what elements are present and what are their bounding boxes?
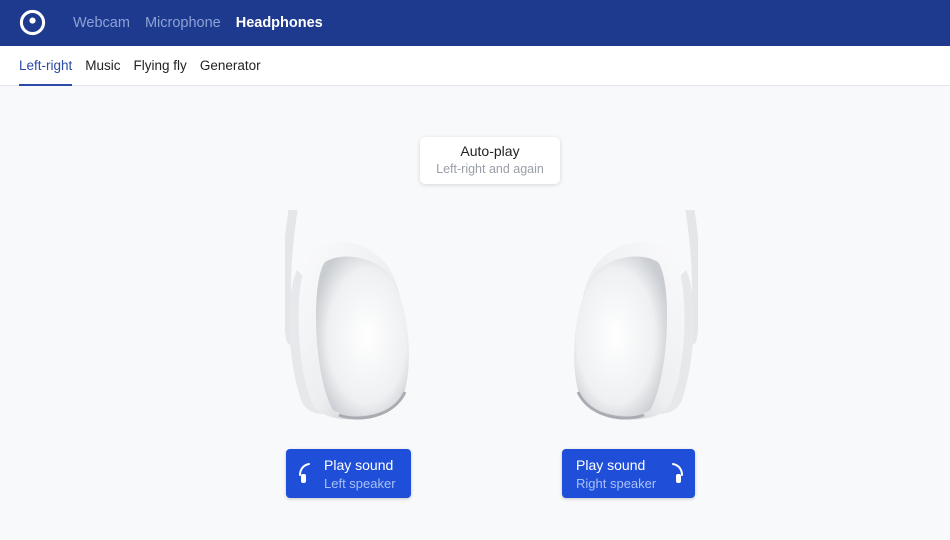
ring-logo-icon[interactable] <box>19 9 46 36</box>
tab-generator[interactable]: Generator <box>200 46 261 86</box>
sub-navigation: Left-right Music Flying fly Generator <box>0 46 950 86</box>
nav-headphones[interactable]: Headphones <box>236 15 323 31</box>
tab-left-right[interactable]: Left-right <box>19 46 73 86</box>
left-button-title: Play sound <box>324 457 394 473</box>
play-right-speaker-button[interactable]: Play sound Right speaker <box>562 449 695 498</box>
nav-webcam[interactable]: Webcam <box>73 15 130 31</box>
tab-flying-fly[interactable]: Flying fly <box>134 46 187 86</box>
autoplay-subtitle: Left-right and again <box>436 162 544 176</box>
left-headphone-icon <box>299 463 310 483</box>
right-headphone-icon <box>672 463 683 483</box>
tab-music[interactable]: Music <box>85 46 120 86</box>
top-navigation-bar: Webcam Microphone Headphones <box>0 0 950 46</box>
right-button-subtitle: Right speaker <box>576 476 657 491</box>
right-button-title: Play sound <box>576 457 646 473</box>
right-ear-cup-image <box>574 210 698 420</box>
sub-tabs: Left-right Music Flying fly Generator <box>19 46 261 86</box>
top-nav: Webcam Microphone Headphones <box>73 0 323 46</box>
play-left-speaker-button[interactable]: Play sound Left speaker <box>286 449 411 498</box>
left-ear-cup-image <box>285 210 409 420</box>
left-button-subtitle: Left speaker <box>324 476 396 491</box>
nav-microphone[interactable]: Microphone <box>145 15 221 31</box>
autoplay-button[interactable]: Auto-play Left-right and again <box>420 137 560 184</box>
autoplay-title: Auto-play <box>460 143 520 159</box>
